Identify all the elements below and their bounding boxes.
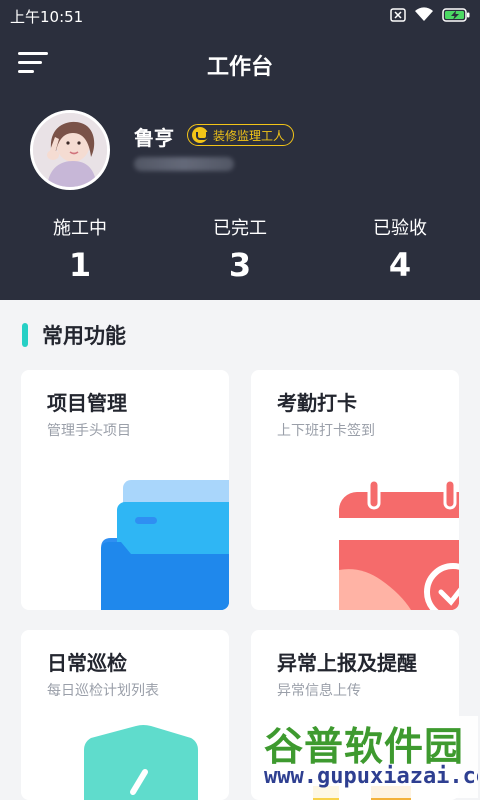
stat-value: 3 [228,246,252,284]
card-title: 考勤打卡 [277,391,357,415]
card-title: 异常上报及提醒 [277,651,417,675]
stat-value: 1 [68,246,92,284]
stat-in-progress[interactable]: 施工中 1 [20,214,140,284]
section-title: 常用功能 [42,324,126,348]
card-subtitle: 管理手头项目 [47,423,131,439]
dashboard-header: 工作台 鲁亨 装修监理工人 施工中 1 已完工 3 已验收 4 [0,30,480,300]
stat-label: 施工中 [53,218,107,239]
stat-label: 已验收 [373,218,427,239]
helmet-icon [192,127,208,143]
watermark: 谷普软件园 www.gupuxiazai.com [262,716,478,798]
section-heading: 常用功能 [22,320,126,350]
card-subtitle: 上下班打卡签到 [277,423,375,439]
stat-value: 4 [388,246,412,284]
status-time: 上午10:51 [10,8,84,26]
avatar[interactable] [30,110,110,190]
stat-label: 已完工 [213,218,267,239]
card-daily-inspection[interactable]: 日常巡检 每日巡检计划列表 [21,630,229,800]
watermark-url: www.gupuxiazai.com [264,764,478,789]
page-title: 工作台 [206,55,273,80]
battery-charging-icon [442,7,470,22]
card-project-management[interactable]: 项目管理 管理手头项目 [21,370,229,610]
card-title: 项目管理 [47,391,127,415]
card-title: 日常巡检 [47,651,127,675]
stat-completed[interactable]: 已完工 3 [180,214,300,284]
card-subtitle: 每日巡检计划列表 [47,683,159,699]
role-badge: 装修监理工人 [187,124,295,146]
status-icons [390,7,470,22]
blurred-phone-number [134,157,234,171]
no-sim-icon [390,7,406,22]
stat-accepted[interactable]: 已验收 4 [340,214,460,284]
card-attendance[interactable]: 考勤打卡 上下班打卡签到 [251,370,459,610]
user-name: 鲁亨 [134,126,174,150]
role-label: 装修监理工人 [213,128,286,143]
status-bar: 上午10:51 [0,0,480,30]
wifi-icon [415,7,433,22]
card-subtitle: 异常信息上传 [277,683,361,699]
avatar-image [33,113,107,187]
section-accent-bar [22,323,28,347]
